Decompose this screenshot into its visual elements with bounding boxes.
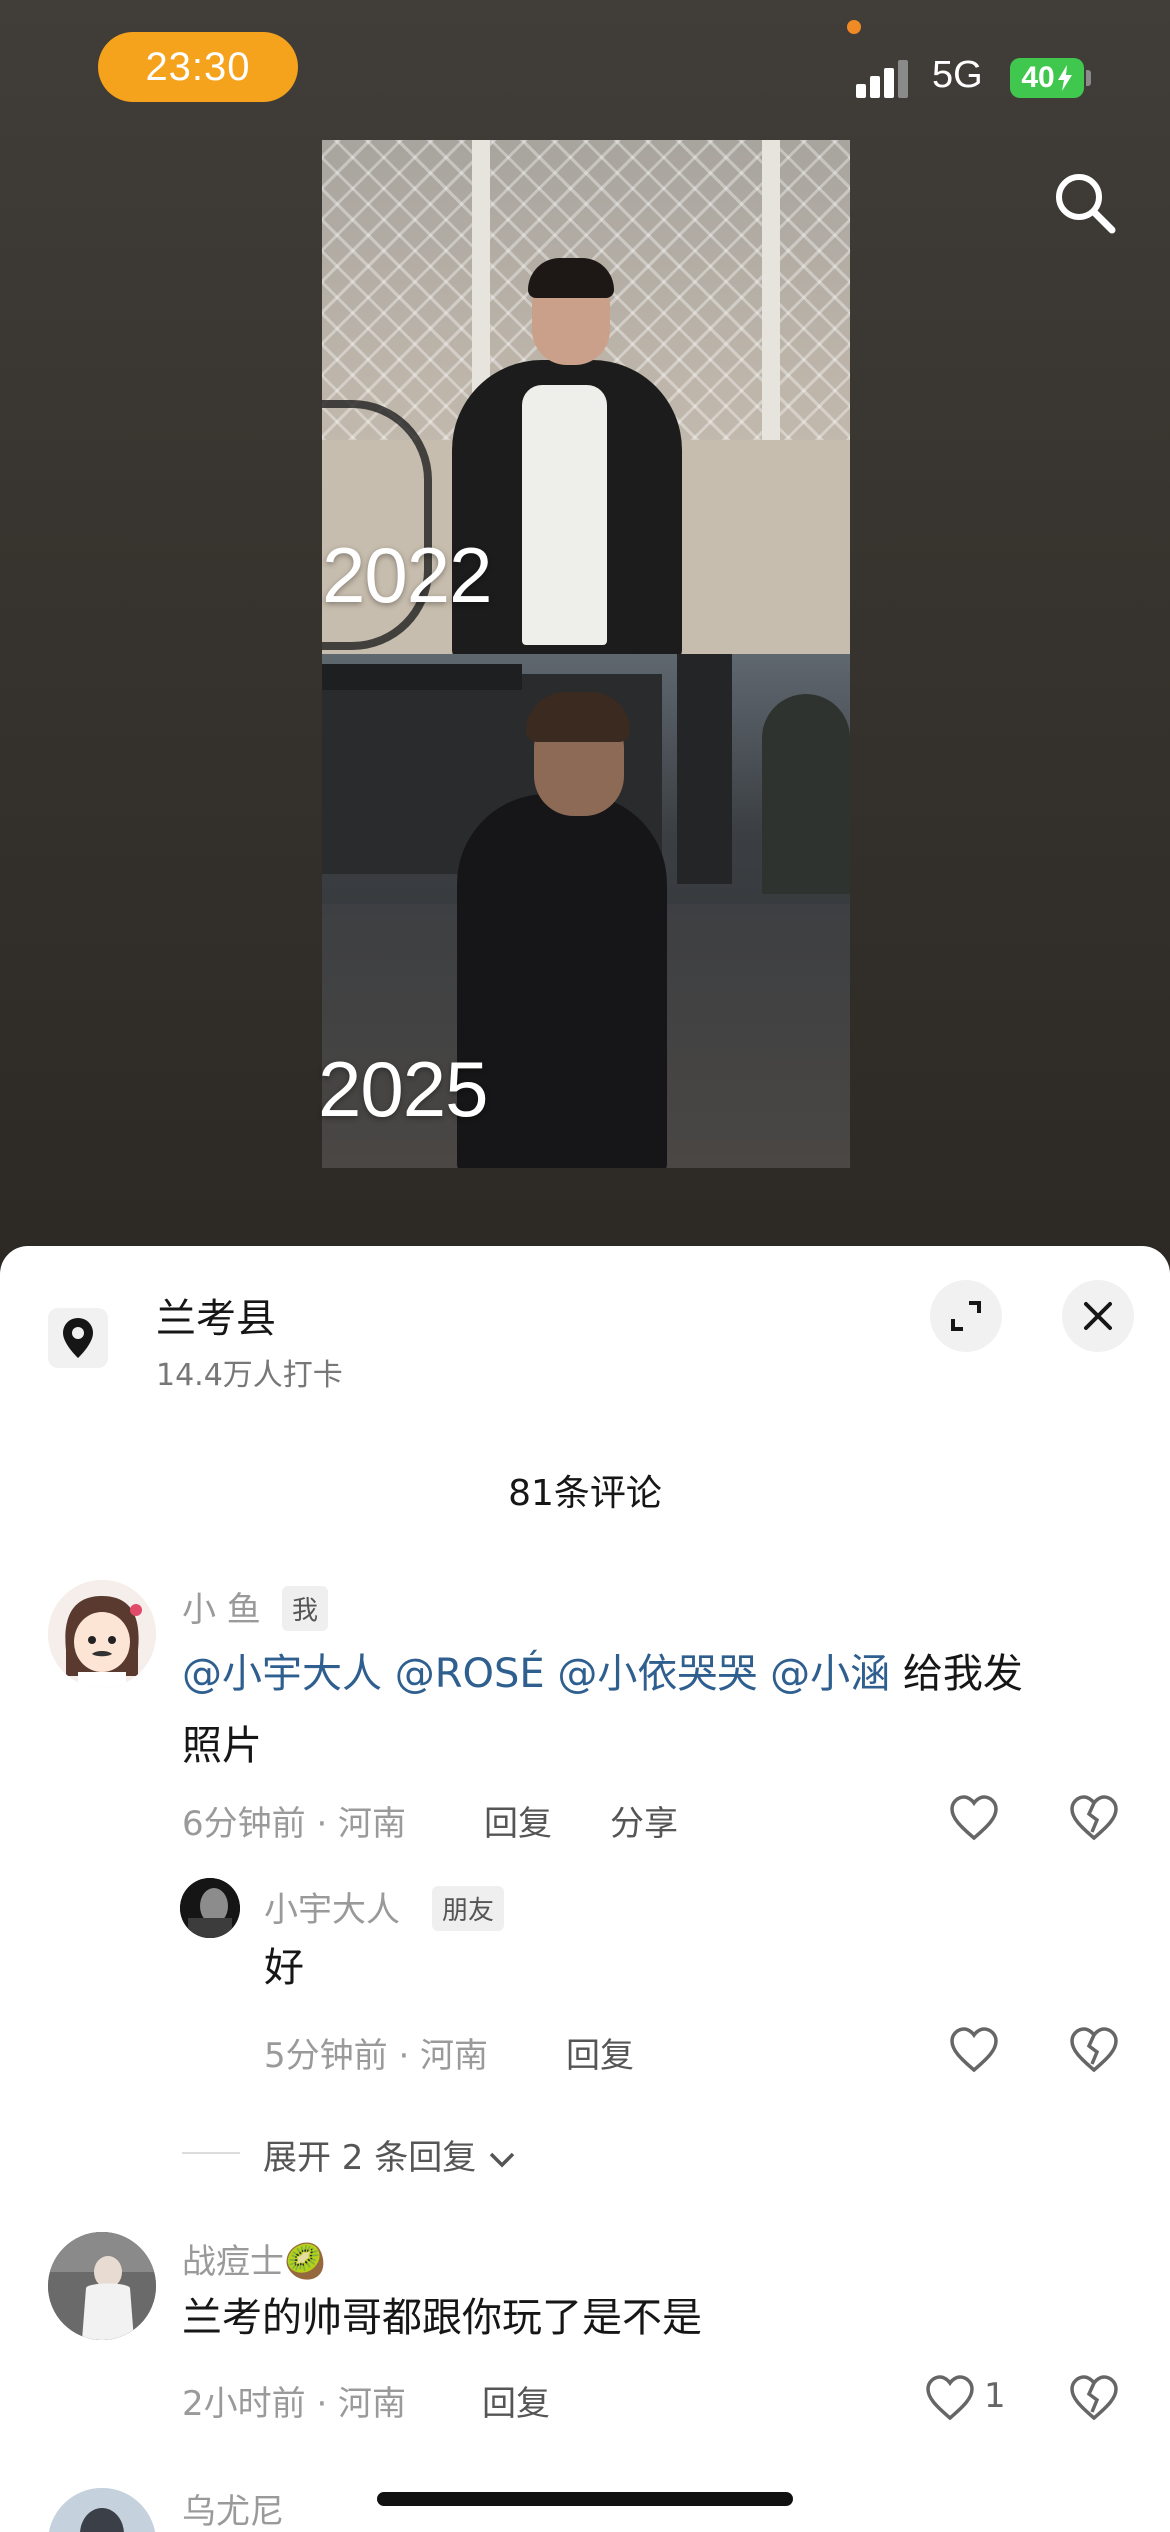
avatar-photo [48, 2488, 156, 2532]
expand-replies-button[interactable]: 展开 2 条回复 [263, 2130, 517, 2179]
avatar[interactable] [48, 2488, 156, 2532]
dislike-broken-heart-icon[interactable] [1068, 2026, 1120, 2074]
location-checkins: 14.4万人打卡 [156, 1358, 343, 1393]
search-icon [1056, 174, 1116, 234]
self-tag: 我 [282, 1586, 329, 1631]
battery-level: 40 [1021, 61, 1055, 94]
close-button[interactable] [1062, 1280, 1134, 1352]
status-time: 23:30 [98, 32, 298, 102]
mention-link[interactable]: @小依哭哭 [557, 1651, 757, 1697]
avatar[interactable] [48, 2232, 156, 2340]
comment-username[interactable]: 战痘士🥝 [182, 2234, 326, 2283]
comment-text-part: 给我发 [902, 1651, 1023, 1697]
dislike-broken-heart-icon[interactable] [1068, 1794, 1120, 1842]
battery-indicator: 40 [1010, 58, 1084, 98]
expand-replies-label: 展开 2 条回复 [263, 2138, 477, 2178]
mention-link[interactable]: @ROSÉ [395, 1651, 545, 1697]
comment-username[interactable]: 小 鱼 [182, 1582, 261, 1631]
location-pin-icon [63, 1318, 93, 1358]
person-hair [528, 258, 614, 298]
search-button[interactable] [1050, 168, 1120, 238]
comment-count: 81条评论 [508, 1473, 662, 1514]
comment-sheet: 兰考县 14.4万人打卡 81条评论 小 鱼 我 @小宇大人 @ROSÉ @小依… [0, 1246, 1170, 2532]
charging-bolt-icon [1057, 65, 1072, 91]
year-label-2025: 2025 [318, 1045, 489, 1133]
mention-link[interactable]: @小涵 [770, 1651, 890, 1697]
video-area[interactable]: 23:30 5G 40 2022 2025 [0, 0, 1170, 1290]
like-heart-icon[interactable] [948, 2026, 1000, 2074]
tower [677, 654, 732, 884]
like-heart-icon[interactable] [948, 1794, 1000, 1842]
chevron-down-icon [489, 2152, 515, 2167]
friend-tag: 朋友 [432, 1886, 505, 1931]
person-body [457, 794, 667, 1168]
comment-text: 兰考的帅哥都跟你玩了是不是 [182, 2295, 702, 2341]
battery-cap [1086, 70, 1091, 86]
avatar-cartoon-girl [48, 1580, 156, 1688]
reply-button[interactable]: 回复 [566, 2028, 634, 2077]
fence-pole [762, 140, 780, 440]
location-name[interactable]: 兰考县 [156, 1286, 276, 1344]
reply-text: 好 [264, 1945, 304, 1991]
comment-text-part: 照片 [182, 1723, 262, 1769]
divider-line [182, 2152, 240, 2154]
reply-meta: 5分钟前 · 河南 [264, 2036, 489, 2076]
avatar[interactable] [180, 1878, 240, 1938]
person-shirt [522, 385, 607, 645]
location-button[interactable] [48, 1308, 108, 1368]
avatar-photo [180, 1878, 240, 1938]
dislike-broken-heart-icon[interactable] [1068, 2374, 1120, 2422]
reply-button[interactable]: 回复 [482, 2376, 550, 2425]
signal-strength-icon [856, 58, 914, 98]
close-icon [1084, 1302, 1112, 1330]
avatar-photo [48, 2232, 156, 2340]
expand-icon [951, 1301, 981, 1331]
recording-indicator-dot [847, 20, 861, 34]
like-heart-icon[interactable] [924, 2374, 976, 2422]
comment-username[interactable]: 乌尤尼 [182, 2484, 284, 2532]
home-indicator[interactable] [377, 2492, 793, 2506]
reply-username[interactable]: 小宇大人 [264, 1882, 400, 1931]
expand-button[interactable] [930, 1280, 1002, 1352]
comment-text: @小宇大人 @ROSÉ @小依哭哭 @小涵 给我发 照片 [182, 1638, 1132, 1782]
comment-meta: 6分钟前 · 河南 [182, 1804, 407, 1844]
like-count: 1 [984, 2376, 1006, 2416]
avatar[interactable] [48, 1580, 156, 1688]
share-button[interactable]: 分享 [610, 1796, 678, 1845]
mention-link[interactable]: @小宇大人 [182, 1651, 382, 1697]
reply-button[interactable]: 回复 [484, 1796, 552, 1845]
tree [762, 694, 850, 894]
year-label-2022: 2022 [322, 531, 493, 619]
building-roof [322, 664, 522, 690]
person-hair [526, 692, 630, 742]
comment-meta: 2小时前 · 河南 [182, 2384, 407, 2424]
network-type: 5G [932, 54, 983, 96]
